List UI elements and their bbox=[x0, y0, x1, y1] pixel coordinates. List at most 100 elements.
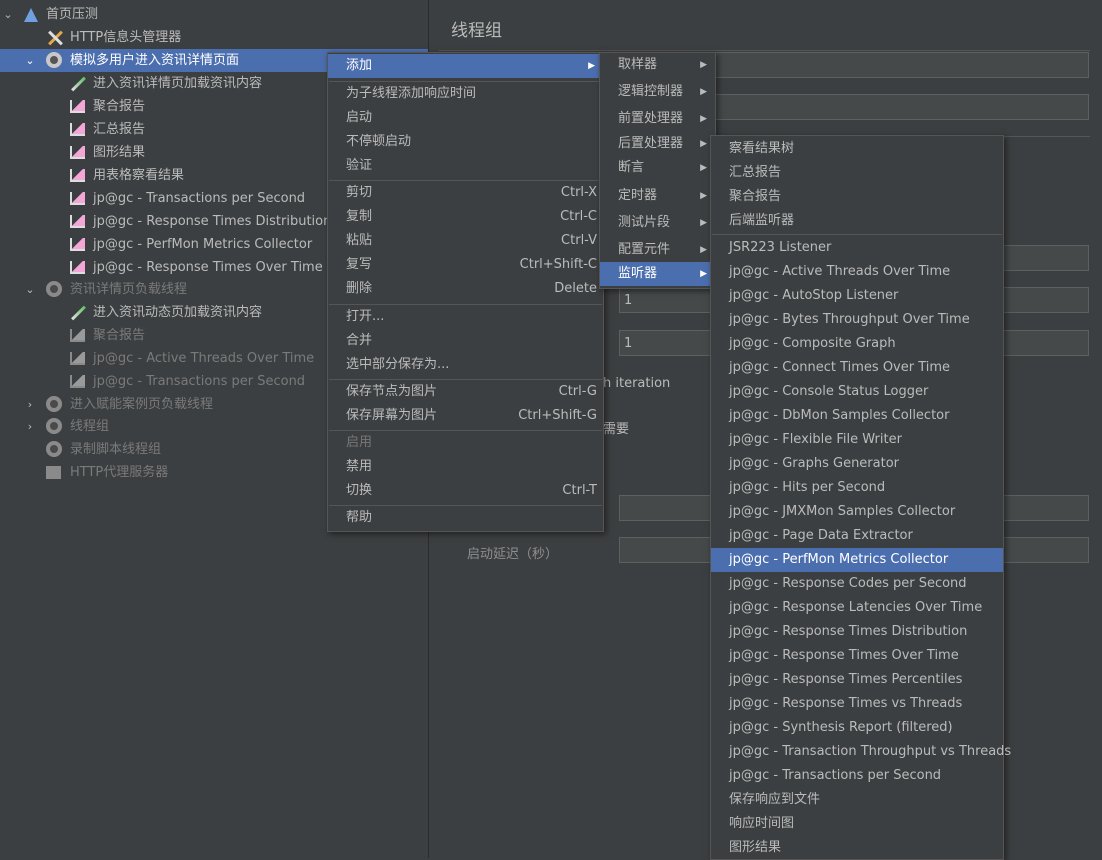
chevron-right-icon[interactable]: › bbox=[24, 415, 36, 438]
menu-item-listener-option[interactable]: 图形结果 bbox=[711, 836, 1003, 860]
menu-item-merge[interactable]: 合并 bbox=[328, 329, 603, 353]
menu-item-listener-option[interactable]: 保存响应到文件 bbox=[711, 788, 1003, 812]
tools-icon bbox=[46, 29, 63, 46]
menu-item-label: 保存节点为图片 bbox=[346, 384, 438, 399]
gear-icon bbox=[46, 281, 63, 298]
menu-item-listener-option[interactable]: jp@gc - Transaction Throughput vs Thread… bbox=[711, 740, 1011, 764]
menu-item-label: 粘贴 bbox=[346, 233, 373, 248]
menu-item-listener-option[interactable]: jp@gc - Synthesis Report (filtered) bbox=[711, 716, 1003, 740]
menu-item-disable[interactable]: 禁用 bbox=[328, 455, 603, 479]
menu-item-listener-option[interactable]: jp@gc - Console Status Logger bbox=[711, 380, 1003, 404]
menu-item-label: jp@gc - Transaction Throughput vs Thread… bbox=[729, 744, 1012, 759]
tree-node-header-manager[interactable]: HTTP信息头管理器 bbox=[0, 26, 428, 49]
menu-item-shortcut: Ctrl-G bbox=[558, 384, 597, 399]
menu-item-label: jp@gc - Active Threads Over Time bbox=[729, 264, 951, 279]
menu-item-listener-option[interactable]: jp@gc - Response Times vs Threads bbox=[711, 692, 1003, 716]
menu-item-listener-option[interactable]: JSR223 Listener bbox=[711, 236, 1003, 260]
menu-item-listener-option[interactable]: jp@gc - Response Times Percentiles bbox=[711, 668, 1003, 692]
menu-item-label: jp@gc - JMXMon Samples Collector bbox=[729, 504, 956, 519]
tree-node-label: 聚合报告 bbox=[93, 99, 146, 114]
menu-item-add[interactable]: 添加 ▶ bbox=[328, 54, 603, 78]
menu-item-listener-option[interactable]: 后端监听器 bbox=[711, 209, 1003, 233]
menu-item-label: jp@gc - Composite Graph bbox=[729, 336, 896, 351]
submenu-arrow-icon: ▶ bbox=[700, 163, 707, 173]
menu-item-label: 察看结果树 bbox=[729, 141, 795, 156]
menu-item-copy[interactable]: 复制 Ctrl-C bbox=[328, 205, 603, 229]
menu-item-label: jp@gc - PerfMon Metrics Collector bbox=[729, 552, 949, 567]
menu-item-help[interactable]: 帮助 bbox=[328, 506, 603, 530]
menu-item-listener-option[interactable]: jp@gc - Bytes Throughput Over Time bbox=[711, 308, 1003, 332]
chevron-right-icon[interactable]: › bbox=[24, 393, 36, 416]
menu-item-toggle[interactable]: 切换 Ctrl-T bbox=[328, 479, 603, 503]
menu-item-listener-option[interactable]: jp@gc - Active Threads Over Time bbox=[711, 260, 1003, 284]
chevron-down-icon[interactable]: ⌄ bbox=[24, 49, 36, 72]
menu-item-label: 测试片段 bbox=[618, 215, 671, 230]
chevron-down-icon[interactable]: ⌄ bbox=[2, 3, 14, 26]
menu-item-post-processor[interactable]: 后置处理器 ▶ bbox=[600, 132, 715, 156]
menu-item-validate[interactable]: 验证 bbox=[328, 154, 603, 178]
menu-item-listener-option[interactable]: jp@gc - Response Times Distribution bbox=[711, 620, 1003, 644]
add-submenu[interactable]: 取样器 ▶ 逻辑控制器 ▶ 前置处理器 ▶ 后置处理器 ▶ 断言 ▶ 定时器 ▶ 测试片段 ▶… bbox=[599, 52, 716, 289]
menu-item-sampler[interactable]: 取样器 ▶ bbox=[600, 53, 715, 77]
menu-item-config-element[interactable]: 配置元件 ▶ bbox=[600, 238, 715, 262]
menu-item-listener-option[interactable]: jp@gc - AutoStop Listener bbox=[711, 284, 1003, 308]
chevron-down-icon[interactable]: ⌄ bbox=[24, 278, 36, 301]
menu-item-listener-option[interactable]: jp@gc - Connect Times Over Time bbox=[711, 356, 1003, 380]
menu-item-start[interactable]: 启动 bbox=[328, 106, 603, 130]
menu-item-save-screen-image[interactable]: 保存屏幕为图片 Ctrl+Shift-G bbox=[328, 404, 603, 428]
menu-item-listener-option[interactable]: jp@gc - JMXMon Samples Collector bbox=[711, 500, 1003, 524]
menu-item-listener-option[interactable]: 聚合报告 bbox=[711, 185, 1003, 209]
menu-item-label: 汇总报告 bbox=[729, 165, 782, 180]
menu-item-label: 定时器 bbox=[618, 188, 658, 203]
menu-item-listener-option[interactable]: jp@gc - Response Codes per Second bbox=[711, 572, 1003, 596]
menu-item-listener-option-highlighted[interactable]: jp@gc - PerfMon Metrics Collector bbox=[711, 548, 1003, 572]
menu-item-test-fragment[interactable]: 测试片段 ▶ bbox=[600, 211, 715, 235]
menu-item-duplicate[interactable]: 复写 Ctrl+Shift-C bbox=[328, 253, 603, 277]
menu-item-listener-option[interactable]: jp@gc - Response Latencies Over Time bbox=[711, 596, 1003, 620]
panel-title: 线程组 bbox=[451, 21, 502, 41]
menu-item-listener-option[interactable]: 察看结果树 bbox=[711, 137, 1003, 161]
menu-item-label: 选中部分保存为... bbox=[346, 357, 450, 372]
chart-icon bbox=[70, 327, 87, 344]
tree-node-label: 模拟多用户进入资讯详情页面 bbox=[70, 53, 240, 68]
menu-item-listener-option[interactable]: jp@gc - Page Data Extractor bbox=[711, 524, 1003, 548]
tree-node-label: 汇总报告 bbox=[93, 122, 146, 137]
menu-item-assertion[interactable]: 断言 ▶ bbox=[600, 156, 715, 180]
submenu-arrow-icon: ▶ bbox=[700, 245, 707, 255]
menu-item-listener[interactable]: 监听器 ▶ bbox=[600, 262, 715, 286]
menu-item-listener-option[interactable]: jp@gc - Response Times Over Time bbox=[711, 644, 1003, 668]
menu-item-timer[interactable]: 定时器 ▶ bbox=[600, 184, 715, 208]
menu-item-add-response-time[interactable]: 为子线程添加响应时间 bbox=[328, 82, 603, 106]
menu-item-delete[interactable]: 删除 Delete bbox=[328, 277, 603, 301]
menu-item-listener-option[interactable]: jp@gc - Hits per Second bbox=[711, 476, 1003, 500]
menu-item-save-node-image[interactable]: 保存节点为图片 Ctrl-G bbox=[328, 380, 603, 404]
submenu-arrow-icon: ▶ bbox=[700, 139, 707, 149]
menu-item-label: jp@gc - Graphs Generator bbox=[729, 456, 900, 471]
menu-item-label: 聚合报告 bbox=[729, 189, 782, 204]
menu-item-cut[interactable]: 剪切 Ctrl-X bbox=[328, 181, 603, 205]
menu-item-start-no-pause[interactable]: 不停顿启动 bbox=[328, 130, 603, 154]
menu-item-listener-option[interactable]: jp@gc - Transactions per Second bbox=[711, 764, 1003, 788]
menu-item-save-selection-as[interactable]: 选中部分保存为... bbox=[328, 353, 603, 377]
menu-item-paste[interactable]: 粘贴 Ctrl-V bbox=[328, 229, 603, 253]
submenu-arrow-icon: ▶ bbox=[700, 60, 707, 70]
menu-item-label: jp@gc - Page Data Extractor bbox=[729, 528, 913, 543]
menu-item-listener-option[interactable]: jp@gc - DbMon Samples Collector bbox=[711, 404, 1003, 428]
menu-item-listener-option[interactable]: jp@gc - Composite Graph bbox=[711, 332, 1003, 356]
menu-item-listener-option[interactable]: jp@gc - Graphs Generator bbox=[711, 452, 1003, 476]
startup-delay-label: 启动延迟（秒） bbox=[467, 547, 559, 562]
context-menu[interactable]: 添加 ▶ 为子线程添加响应时间 启动 不停顿启动 验证 剪切 Ctrl-X 复制 Ct… bbox=[327, 52, 604, 532]
menu-item-open[interactable]: 打开... bbox=[328, 305, 603, 329]
menu-item-listener-option[interactable]: jp@gc - Flexible File Writer bbox=[711, 428, 1003, 452]
menu-item-listener-option[interactable]: 响应时间图 bbox=[711, 812, 1003, 836]
tree-node-test-plan[interactable]: ⌄ 首页压测 bbox=[0, 3, 428, 26]
menu-item-listener-option[interactable]: 汇总报告 bbox=[711, 161, 1003, 185]
menu-item-pre-processor[interactable]: 前置处理器 ▶ bbox=[600, 107, 715, 131]
menu-item-logic-controller[interactable]: 逻辑控制器 ▶ bbox=[600, 80, 715, 104]
listener-submenu[interactable]: 察看结果树 汇总报告 聚合报告 后端监听器 JSR223 Listener jp… bbox=[710, 135, 1011, 860]
chart-icon bbox=[70, 167, 87, 184]
menu-item-label: 图形结果 bbox=[729, 840, 782, 855]
tree-node-label: 进入赋能案例页负载线程 bbox=[70, 397, 214, 412]
tree-node-label: 用表格察看结果 bbox=[93, 168, 185, 183]
tree-node-label: 录制脚本线程组 bbox=[70, 442, 162, 457]
